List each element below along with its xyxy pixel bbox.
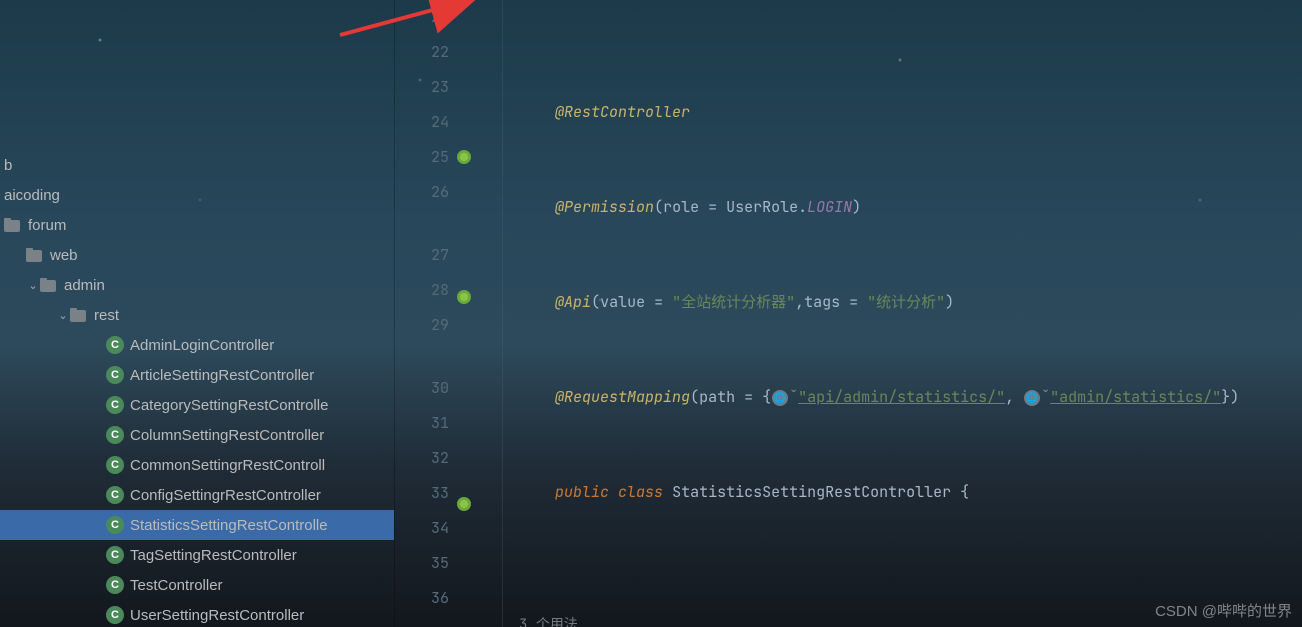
java-class-icon: C — [106, 576, 124, 594]
code-line[interactable]: @Api(value = "全站统计分析器",tags = "统计分析") — [483, 250, 1302, 285]
tree-file[interactable]: C UserSettingRestController — [0, 600, 394, 627]
line-number: 23 — [395, 70, 449, 105]
tree-file[interactable]: C CommonSettingrRestControll — [0, 450, 394, 480]
tree-file[interactable]: C CategorySettingRestControlle — [0, 390, 394, 420]
tree-file[interactable]: C ColumnSettingRestController — [0, 420, 394, 450]
tree-label: web — [50, 247, 78, 264]
line-number: 22 — [395, 35, 449, 70]
tree-folder-web[interactable]: web — [0, 240, 394, 270]
code-line[interactable]: @RestController — [483, 60, 1302, 95]
code-area[interactable]: @RestController @Permission(role = UserR… — [475, 0, 1302, 627]
java-class-icon: C — [106, 546, 124, 564]
web-icon: 🌐 — [1024, 390, 1040, 406]
tree-label: aicoding — [4, 187, 60, 204]
project-tree[interactable]: b aicoding forum web ⌄ admin ⌄ rest C Adm… — [0, 0, 395, 627]
tree-file[interactable]: C ConfigSettingrRestController — [0, 480, 394, 510]
tree-root-aicoding[interactable]: aicoding — [0, 180, 394, 210]
gutter-icons — [457, 0, 475, 627]
line-number: 34 — [395, 511, 449, 546]
line-number: 33 — [395, 476, 449, 511]
chevron-down-icon: ⌄ — [26, 279, 40, 292]
tree-label: rest — [94, 307, 119, 324]
tree-file[interactable]: C StatisticsSettingRestControlle — [0, 510, 394, 540]
java-class-icon: C — [106, 426, 124, 444]
tree-folder-rest[interactable]: ⌄ rest — [0, 300, 394, 330]
tree-label: TestController — [130, 577, 223, 594]
folder-icon — [4, 218, 22, 232]
tree-file[interactable]: C TestController — [0, 570, 394, 600]
tree-file[interactable]: C AdminLoginController — [0, 330, 394, 360]
line-number: 28 — [395, 273, 449, 308]
code-editor[interactable]: 212223242526 272829 30313233343536 @RestCo… — [395, 0, 1302, 627]
line-number: 21 — [395, 0, 449, 35]
code-line[interactable] — [483, 515, 1302, 550]
java-class-icon: C — [106, 456, 124, 474]
tree-folder-admin[interactable]: ⌄ admin — [0, 270, 394, 300]
line-number: 25 — [395, 140, 449, 175]
line-number: 26 — [395, 175, 449, 210]
code-line[interactable]: public class StatisticsSettingRestContro… — [483, 440, 1302, 475]
tree-file[interactable]: C TagSettingRestController — [0, 540, 394, 570]
spring-bean-icon — [457, 290, 471, 304]
java-class-icon: C — [106, 606, 124, 624]
tree-label: TagSettingRestController — [130, 547, 297, 564]
java-class-icon: C — [106, 396, 124, 414]
tree-label: forum — [28, 217, 66, 234]
tree-label: CommonSettingrRestControll — [130, 457, 325, 474]
tree-label: ColumnSettingRestController — [130, 427, 324, 444]
line-number: 32 — [395, 441, 449, 476]
tree-label: AdminLoginController — [130, 337, 274, 354]
code-line[interactable]: @Permission(role = UserRole.LOGIN) — [483, 155, 1302, 190]
line-number: 29 — [395, 308, 449, 343]
tree-file[interactable]: C ArticleSettingRestController — [0, 360, 394, 390]
folder-icon — [26, 248, 44, 262]
line-number — [395, 210, 449, 238]
tree-root-b[interactable]: b — [0, 150, 394, 180]
web-icon: 🌐 — [772, 390, 788, 406]
line-number-gutter: 212223242526 272829 30313233343536 — [395, 0, 457, 627]
java-class-icon: C — [106, 336, 124, 354]
tree-label: UserSettingRestController — [130, 607, 304, 624]
line-number: 35 — [395, 546, 449, 581]
java-class-icon: C — [106, 486, 124, 504]
tree-label: admin — [64, 277, 105, 294]
line-number: 24 — [395, 105, 449, 140]
line-number: 31 — [395, 406, 449, 441]
java-class-icon: C — [106, 516, 124, 534]
spring-bean-icon — [457, 497, 471, 511]
tree-folder-forum[interactable]: forum — [0, 210, 394, 240]
java-class-icon: C — [106, 366, 124, 384]
line-number: 30 — [395, 371, 449, 406]
folder-icon — [70, 308, 88, 322]
chevron-down-icon: ⌄ — [56, 309, 70, 322]
tree-label: b — [4, 157, 12, 174]
line-number: 36 — [395, 581, 449, 616]
watermark: CSDN @哔哔的世界 — [1155, 600, 1292, 621]
spring-bean-icon — [457, 150, 471, 164]
code-line[interactable]: @RequestMapping(path = {🌐ˇ"api/admin/sta… — [483, 345, 1302, 380]
line-number: 27 — [395, 238, 449, 273]
folder-icon — [40, 278, 58, 292]
tree-label: CategorySettingRestControlle — [130, 397, 328, 414]
tree-label: ConfigSettingrRestController — [130, 487, 321, 504]
line-number — [395, 343, 449, 371]
tree-label: ArticleSettingRestController — [130, 367, 314, 384]
tree-label: StatisticsSettingRestControlle — [130, 517, 328, 534]
